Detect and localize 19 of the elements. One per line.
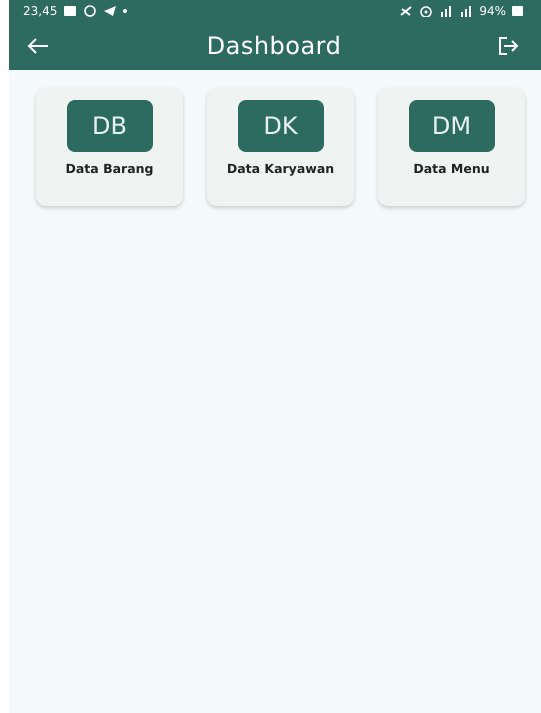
page-title: Dashboard xyxy=(206,32,342,60)
menu-card[interactable]: DK Data Karyawan xyxy=(207,88,354,206)
back-arrow-icon xyxy=(27,38,49,54)
initials-tile: DM xyxy=(408,100,494,152)
initials-tile: DK xyxy=(238,100,324,152)
hotspot-icon xyxy=(419,5,434,17)
menu-card[interactable]: DM Data Menu xyxy=(378,88,525,206)
send-icon xyxy=(103,5,118,17)
menu-card[interactable]: DB Data Barang xyxy=(36,88,183,206)
signal-icon xyxy=(459,5,474,17)
logout-icon xyxy=(499,37,519,55)
card-label: Data Karyawan xyxy=(226,161,336,178)
signal-icon xyxy=(439,5,454,17)
card-label: Data Menu xyxy=(412,161,491,178)
card-label: Data Barang xyxy=(64,161,154,178)
dot-icon xyxy=(123,9,128,13)
battery-percent: 94% xyxy=(479,4,506,18)
status-time: 23,45 xyxy=(23,4,58,18)
initials-tile: DB xyxy=(66,100,152,152)
